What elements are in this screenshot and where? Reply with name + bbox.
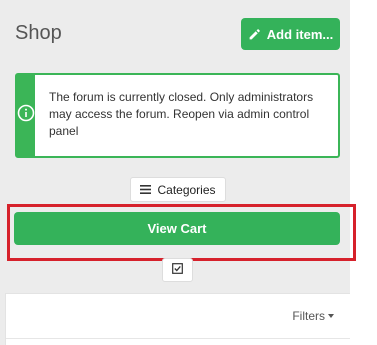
pencil-icon <box>248 28 261 41</box>
right-gutter <box>350 0 377 345</box>
alert-message: The forum is currently closed. Only admi… <box>49 90 314 138</box>
menu-icon <box>140 185 152 194</box>
alert-icon-column <box>17 75 35 156</box>
filters-label: Filters <box>292 309 325 323</box>
caret-down-icon <box>328 314 334 318</box>
content-panel: Filters <box>5 293 350 345</box>
categories-label: Categories <box>157 182 216 197</box>
forum-closed-alert: The forum is currently closed. Only admi… <box>15 73 340 158</box>
add-item-button[interactable]: Add item... <box>241 18 340 50</box>
select-mode-button[interactable] <box>162 258 193 282</box>
categories-button[interactable]: Categories <box>130 177 226 202</box>
filters-dropdown[interactable]: Filters <box>292 309 334 323</box>
page-title: Shop <box>15 22 62 44</box>
view-cart-button[interactable]: View Cart <box>14 212 340 245</box>
checkbox-icon <box>172 261 183 279</box>
info-icon <box>17 104 35 127</box>
view-cart-label: View Cart <box>147 221 207 236</box>
panel-divider <box>6 338 350 339</box>
add-item-label: Add item... <box>266 26 334 42</box>
